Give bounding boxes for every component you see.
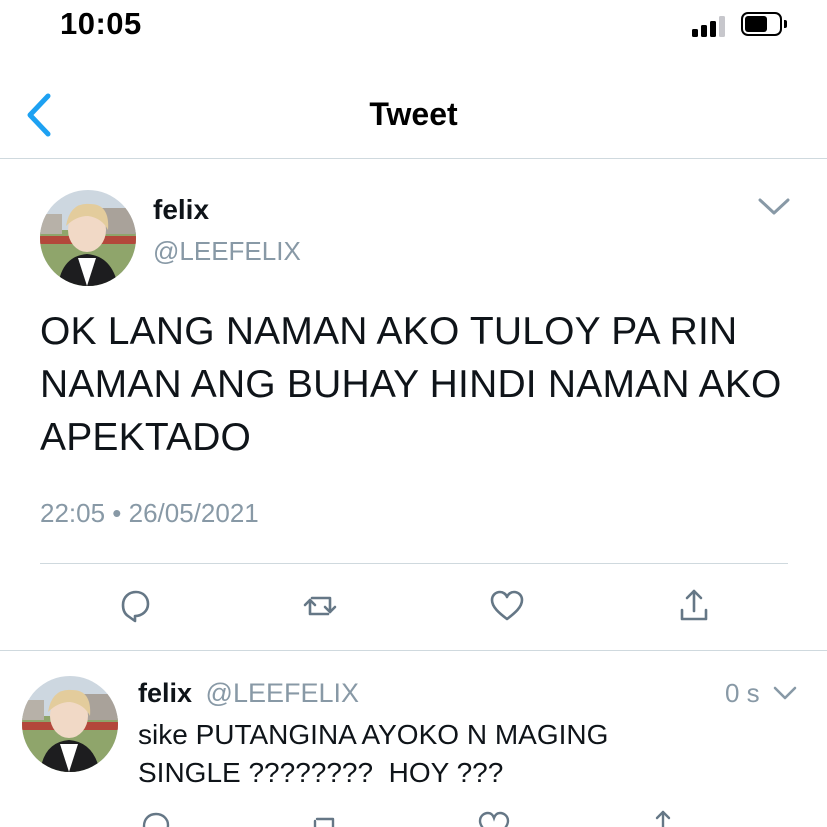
reply-text: sike PUTANGINA AYOKO N MAGING SINGLE ???… <box>138 716 808 792</box>
tweet-text: OK LANG NAMAN AKO TULOY PA RIN NAMAN ANG… <box>40 310 782 459</box>
retweet-button[interactable] <box>300 586 340 626</box>
reply-text-line: SINGLE ???????? HOY ??? <box>138 757 504 788</box>
reply-icon <box>121 590 150 623</box>
like-button[interactable] <box>487 586 527 626</box>
nav-divider <box>0 158 827 159</box>
retweet-icon <box>313 817 335 827</box>
reply-icon <box>142 812 170 827</box>
reply-share-button[interactable] <box>645 808 681 827</box>
reply-header: felix @LEEFELIX <box>138 678 359 709</box>
heart-icon <box>478 811 510 827</box>
tweet-timestamp: 22:05 • 26/05/2021 <box>40 498 259 528</box>
reply-reply-button[interactable] <box>138 808 174 827</box>
retweet-icon <box>303 596 337 616</box>
chevron-down-icon <box>773 686 797 700</box>
reply-retweet-button[interactable] <box>306 808 342 827</box>
reply-more-options-button[interactable] <box>772 684 798 702</box>
heart-icon <box>490 590 524 621</box>
share-icon <box>680 589 708 621</box>
reply-time: 0 s <box>725 678 760 708</box>
reply-text-line: sike PUTANGINA AYOKO N MAGING <box>138 719 609 750</box>
reply-button[interactable] <box>115 586 155 626</box>
actions-divider <box>40 563 788 564</box>
signal-icon <box>692 15 730 37</box>
share-button[interactable] <box>674 586 714 626</box>
section-divider <box>0 650 827 651</box>
chevron-down-icon <box>758 198 790 215</box>
avatar[interactable] <box>40 190 136 286</box>
reply-like-button[interactable] <box>476 808 512 827</box>
more-options-button[interactable] <box>757 196 791 218</box>
reply-author-handle[interactable]: @LEEFELIX <box>206 678 359 708</box>
author-handle[interactable]: @LEEFELIX <box>153 236 301 267</box>
reply-avatar[interactable] <box>22 676 118 772</box>
author-name[interactable]: felix <box>153 194 209 226</box>
battery-icon <box>741 12 787 36</box>
page-title: Tweet <box>369 96 458 132</box>
tweet-detail-screen: 10:05 Tweet felix @LEEFELIX OK LANG NAMA… <box>0 0 827 827</box>
status-time: 10:05 <box>60 6 142 41</box>
share-icon <box>655 810 671 827</box>
reply-author-name[interactable]: felix <box>138 678 192 708</box>
